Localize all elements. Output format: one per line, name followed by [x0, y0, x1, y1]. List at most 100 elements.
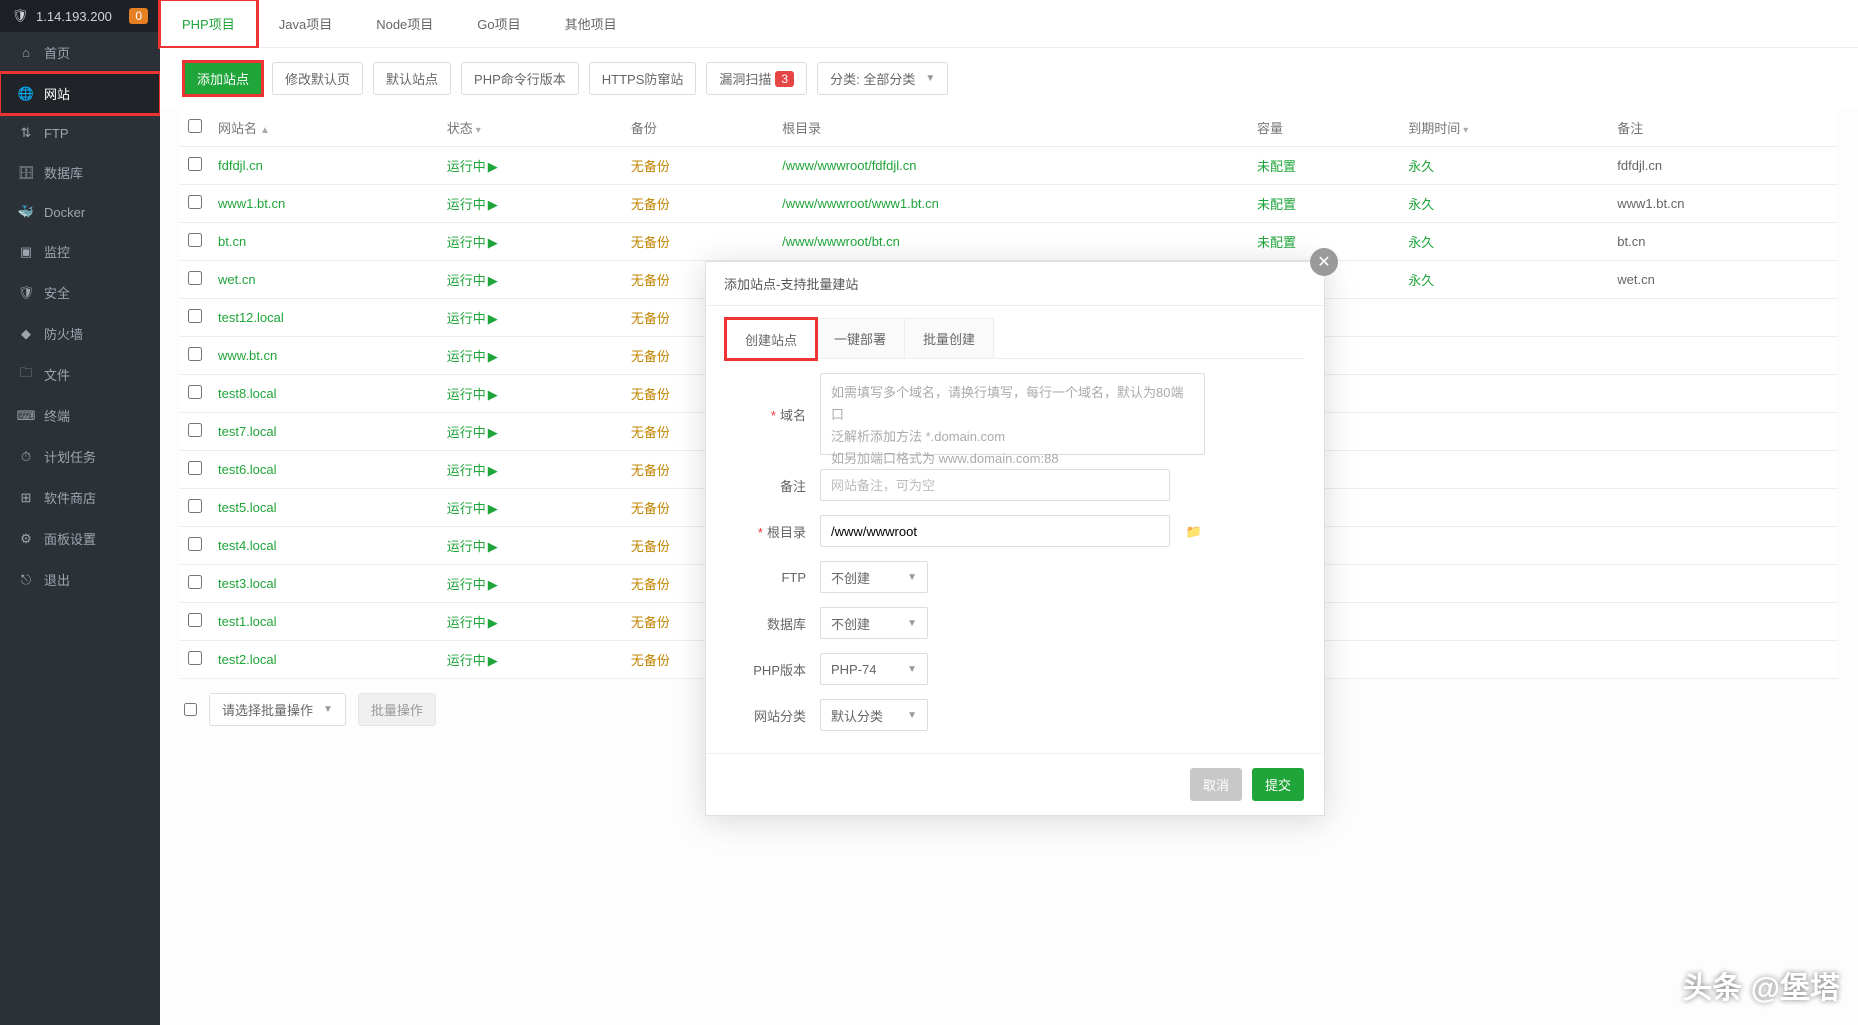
- expire-link[interactable]: 永久: [1408, 197, 1434, 212]
- php-cli-button[interactable]: PHP命令行版本: [461, 62, 579, 95]
- row-checkbox[interactable]: [188, 385, 202, 399]
- row-checkbox[interactable]: [188, 613, 202, 627]
- backup-link[interactable]: 无备份: [631, 653, 670, 668]
- status-label[interactable]: 运行中▶: [447, 273, 498, 288]
- status-label[interactable]: 运行中▶: [447, 387, 498, 402]
- site-name-link[interactable]: test1.local: [218, 614, 277, 629]
- default-site-button[interactable]: 默认站点: [373, 62, 451, 95]
- status-label[interactable]: 运行中▶: [447, 577, 498, 592]
- category-select[interactable]: 默认分类▼: [820, 699, 928, 731]
- site-name-link[interactable]: bt.cn: [218, 234, 246, 249]
- site-name-link[interactable]: test2.local: [218, 652, 277, 667]
- backup-link[interactable]: 无备份: [631, 159, 670, 174]
- backup-link[interactable]: 无备份: [631, 425, 670, 440]
- row-checkbox[interactable]: [188, 423, 202, 437]
- backup-link[interactable]: 无备份: [631, 463, 670, 478]
- sidebar-item-3[interactable]: 🗄数据库: [0, 152, 160, 193]
- quota-link[interactable]: 未配置: [1257, 159, 1296, 174]
- status-label[interactable]: 运行中▶: [447, 159, 498, 174]
- check-all[interactable]: [188, 119, 202, 133]
- row-checkbox[interactable]: [188, 651, 202, 665]
- site-name-link[interactable]: test7.local: [218, 424, 277, 439]
- row-checkbox[interactable]: [188, 347, 202, 361]
- modal-tab-2[interactable]: 批量创建: [904, 318, 994, 358]
- status-label[interactable]: 运行中▶: [447, 197, 498, 212]
- sidebar-item-6[interactable]: 🛡安全: [0, 272, 160, 313]
- root-link[interactable]: /www/wwwroot/fdfdjl.cn: [782, 158, 916, 173]
- root-input[interactable]: [820, 515, 1170, 547]
- sidebar-item-0[interactable]: ⌂首页: [0, 32, 160, 73]
- sidebar-item-13[interactable]: ⎋退出: [0, 559, 160, 600]
- row-checkbox[interactable]: [188, 499, 202, 513]
- tab-1[interactable]: Java项目: [257, 0, 354, 47]
- root-link[interactable]: /www/wwwroot/www1.bt.cn: [782, 196, 939, 211]
- status-label[interactable]: 运行中▶: [447, 425, 498, 440]
- backup-link[interactable]: 无备份: [631, 311, 670, 326]
- add-site-button[interactable]: 添加站点: [184, 62, 262, 95]
- backup-link[interactable]: 无备份: [631, 615, 670, 630]
- sidebar-item-2[interactable]: ⇅FTP: [0, 114, 160, 152]
- site-name-link[interactable]: test4.local: [218, 538, 277, 553]
- folder-icon[interactable]: 📁: [1186, 524, 1202, 539]
- status-label[interactable]: 运行中▶: [447, 235, 498, 250]
- status-label[interactable]: 运行中▶: [447, 615, 498, 630]
- backup-link[interactable]: 无备份: [631, 539, 670, 554]
- status-label[interactable]: 运行中▶: [447, 653, 498, 668]
- status-label[interactable]: 运行中▶: [447, 501, 498, 516]
- close-icon[interactable]: ✕: [1310, 248, 1338, 276]
- status-label[interactable]: 运行中▶: [447, 349, 498, 364]
- backup-link[interactable]: 无备份: [631, 501, 670, 516]
- expire-link[interactable]: 永久: [1408, 273, 1434, 288]
- tab-3[interactable]: Go项目: [455, 0, 542, 47]
- col-quota[interactable]: 容量: [1249, 109, 1400, 147]
- sidebar-item-4[interactable]: 🐳Docker: [0, 193, 160, 231]
- tab-0[interactable]: PHP项目: [160, 0, 257, 47]
- site-name-link[interactable]: wet.cn: [218, 272, 256, 287]
- col-root[interactable]: 根目录: [774, 109, 1249, 147]
- backup-link[interactable]: 无备份: [631, 387, 670, 402]
- row-checkbox[interactable]: [188, 233, 202, 247]
- tab-4[interactable]: 其他项目: [543, 0, 639, 47]
- status-label[interactable]: 运行中▶: [447, 463, 498, 478]
- row-checkbox[interactable]: [188, 271, 202, 285]
- row-checkbox[interactable]: [188, 309, 202, 323]
- sidebar-item-10[interactable]: ⏱计划任务: [0, 436, 160, 477]
- backup-link[interactable]: 无备份: [631, 349, 670, 364]
- domain-input[interactable]: 如需填写多个域名，请换行填写，每行一个域名，默认为80端口泛解析添加方法 *.d…: [820, 373, 1205, 455]
- site-name-link[interactable]: fdfdjl.cn: [218, 158, 263, 173]
- quota-link[interactable]: 未配置: [1257, 235, 1296, 250]
- modal-tab-0[interactable]: 创建站点: [726, 319, 816, 359]
- sidebar-item-1[interactable]: 🌐网站: [0, 73, 160, 114]
- sidebar-item-12[interactable]: ⚙面板设置: [0, 518, 160, 559]
- quota-link[interactable]: 未配置: [1257, 197, 1296, 212]
- row-checkbox[interactable]: [188, 195, 202, 209]
- row-checkbox[interactable]: [188, 537, 202, 551]
- status-label[interactable]: 运行中▶: [447, 539, 498, 554]
- site-name-link[interactable]: test12.local: [218, 310, 284, 325]
- modal-tab-1[interactable]: 一键部署: [815, 318, 905, 358]
- status-label[interactable]: 运行中▶: [447, 311, 498, 326]
- col-note[interactable]: 备注: [1609, 109, 1838, 147]
- ftp-select[interactable]: 不创建▼: [820, 561, 928, 593]
- note-input[interactable]: [820, 469, 1170, 501]
- db-select[interactable]: 不创建▼: [820, 607, 928, 639]
- site-name-link[interactable]: test6.local: [218, 462, 277, 477]
- row-checkbox[interactable]: [188, 461, 202, 475]
- root-link[interactable]: /www/wwwroot/bt.cn: [782, 234, 900, 249]
- sidebar-item-9[interactable]: ⌨终端: [0, 395, 160, 436]
- https-hijack-button[interactable]: HTTPS防窜站: [589, 62, 697, 95]
- row-checkbox[interactable]: [188, 157, 202, 171]
- php-select[interactable]: PHP-74▼: [820, 653, 928, 685]
- backup-link[interactable]: 无备份: [631, 577, 670, 592]
- site-name-link[interactable]: test8.local: [218, 386, 277, 401]
- backup-link[interactable]: 无备份: [631, 197, 670, 212]
- col-backup[interactable]: 备份: [623, 109, 774, 147]
- sidebar-item-8[interactable]: 🗀文件: [0, 354, 160, 395]
- site-name-link[interactable]: test3.local: [218, 576, 277, 591]
- site-name-link[interactable]: www.bt.cn: [218, 348, 277, 363]
- tab-2[interactable]: Node项目: [354, 0, 455, 47]
- batch-action-button[interactable]: 批量操作: [358, 693, 436, 726]
- backup-link[interactable]: 无备份: [631, 273, 670, 288]
- sidebar-item-7[interactable]: ◆防火墙: [0, 313, 160, 354]
- expire-link[interactable]: 永久: [1408, 159, 1434, 174]
